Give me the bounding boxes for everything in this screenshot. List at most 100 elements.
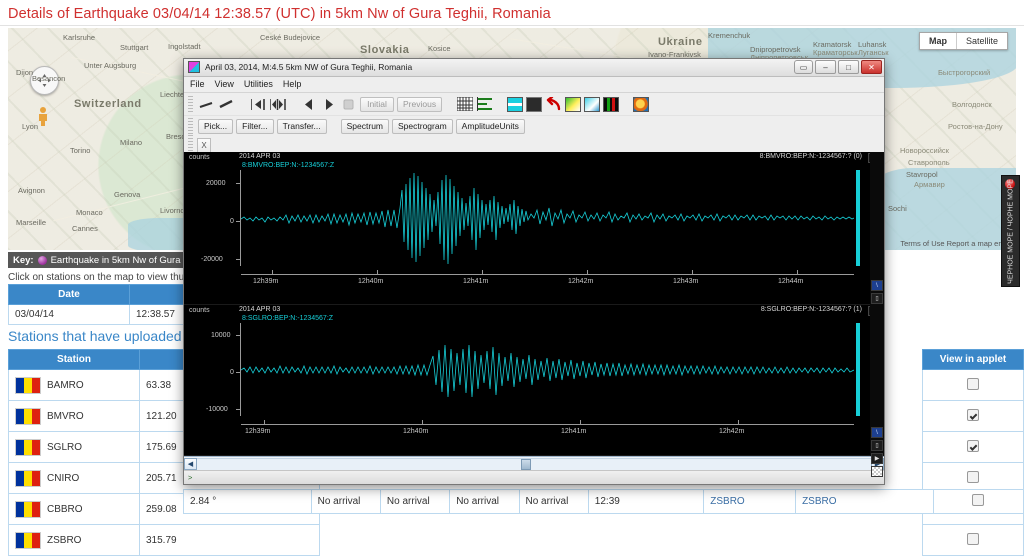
undo-icon[interactable] xyxy=(545,96,562,113)
table-row[interactable]: 2.84 ° No arrival No arrival No arrival … xyxy=(183,489,1024,514)
map-label: Армавир xyxy=(914,180,945,189)
waveform-right-rail[interactable]: \ ▯ \ ▯ ▶ xyxy=(870,152,884,478)
toolbar-grip[interactable] xyxy=(188,117,193,135)
map-label: Stuttgart xyxy=(120,43,149,52)
view-checkbox[interactable] xyxy=(972,494,985,506)
align-icon[interactable] xyxy=(476,96,493,113)
panel-header: counts 2014 APR 03 8:SGLRO:BEP:N:-123456… xyxy=(184,305,884,322)
stop-icon[interactable] xyxy=(340,96,357,113)
previous-button[interactable]: Previous xyxy=(397,96,443,112)
panel-right-label: 8:SGLRO:BEP:N:-1234567:? (1) xyxy=(760,306,862,314)
station-name: CNIRO xyxy=(47,472,80,484)
close-button[interactable]: ✕ xyxy=(861,60,882,74)
y-tick-label: 0 xyxy=(230,218,234,226)
y-tick-label: -20000 xyxy=(201,256,223,264)
tab-x[interactable]: X xyxy=(197,138,211,153)
amplitude-units-button[interactable]: AmplitudeUnits xyxy=(455,118,525,134)
zoom-out-icon[interactable] xyxy=(198,96,215,113)
bottom-view-cell[interactable] xyxy=(932,489,1024,514)
view-checkbox[interactable] xyxy=(967,470,979,483)
panel-units: counts xyxy=(189,154,210,162)
previous-icon[interactable] xyxy=(300,96,317,113)
view-cell[interactable] xyxy=(922,431,1024,463)
pick-button[interactable]: Pick... xyxy=(198,118,234,134)
bottom-arrival-cell: No arrival xyxy=(518,489,589,514)
spectrogram-button[interactable]: Spectrogram xyxy=(392,118,453,134)
trace-bmvro[interactable] xyxy=(241,170,854,266)
toolbar-grip[interactable] xyxy=(188,135,193,153)
view-cell[interactable] xyxy=(922,400,1024,432)
street-view-icon[interactable] xyxy=(36,106,50,126)
marker-icon[interactable]: \ xyxy=(871,427,883,439)
view-checkbox[interactable] xyxy=(967,532,979,545)
window-buttons[interactable]: ▭ – □ ✕ xyxy=(794,60,882,74)
bottom-link-cell[interactable]: ZSBRO xyxy=(795,489,934,514)
spectrum-button[interactable]: Spectrum xyxy=(340,118,389,134)
map-type-satellite[interactable]: Satellite xyxy=(955,33,1007,49)
bottom-link-cell[interactable]: ZSBRO xyxy=(703,489,797,514)
scroll-thumb[interactable] xyxy=(520,458,531,470)
view-checkbox[interactable] xyxy=(967,408,979,421)
toolbar-grip[interactable] xyxy=(188,95,193,113)
grid-icon[interactable] xyxy=(456,96,473,113)
window-icon[interactable]: ▯ xyxy=(871,293,883,305)
map-type-map[interactable]: Map xyxy=(919,33,956,49)
station-link[interactable]: ZSBRO xyxy=(710,496,744,507)
arrow-icon[interactable]: ▶ xyxy=(871,453,883,465)
view-cell[interactable] xyxy=(922,524,1024,556)
menu-help[interactable]: Help xyxy=(283,79,302,89)
map-label: Краматорськ xyxy=(813,48,858,57)
menu-file[interactable]: File xyxy=(190,79,205,89)
maximize-button[interactable]: □ xyxy=(838,60,859,74)
waveform-panel-sglro[interactable]: counts 2014 APR 03 8:SGLRO:BEP:N:-123456… xyxy=(184,305,884,457)
scroll-left-arrow-icon[interactable]: ◀ xyxy=(184,457,197,470)
expand-icon[interactable] xyxy=(269,96,286,113)
romania-flag-icon xyxy=(15,531,41,549)
station-name: SGLRO xyxy=(47,441,83,453)
map-window-icon[interactable] xyxy=(507,96,524,112)
station-link[interactable]: ZSBRO xyxy=(802,496,836,507)
event-date-cell: 03/04/14 xyxy=(8,304,130,325)
applet-title-bar[interactable]: April 03, 2014, M:4.5 5km NW of Gura Teg… xyxy=(184,59,884,77)
waveform-area[interactable]: counts 2014 APR 03 8:BMVRO:BEP:N:-123456… xyxy=(184,152,884,478)
applet-toolbar[interactable]: Initial Previous xyxy=(184,92,884,117)
globe-icon[interactable] xyxy=(633,96,650,112)
view-checkbox[interactable] xyxy=(967,439,979,452)
next-icon[interactable] xyxy=(320,96,337,113)
station-name: ZSBRO xyxy=(47,534,82,546)
blue-plot-icon[interactable] xyxy=(584,96,601,112)
applet-menubar[interactable]: File View Utilities Help xyxy=(184,76,884,93)
view-checkbox[interactable] xyxy=(967,377,979,390)
first-icon[interactable] xyxy=(249,96,266,113)
waveform-panel-bmvro[interactable]: counts 2014 APR 03 8:BMVRO:BEP:N:-123456… xyxy=(184,152,884,306)
trace-sglro[interactable] xyxy=(241,323,854,416)
stack-icon[interactable] xyxy=(871,466,883,478)
scroll-track[interactable] xyxy=(197,457,871,470)
x-tick-label: 12h41m xyxy=(463,278,489,286)
bottom-arrival-cell: No arrival xyxy=(310,489,381,514)
menu-view[interactable]: View xyxy=(215,79,234,89)
amplitude-scale-bar xyxy=(856,323,860,417)
view-cell[interactable] xyxy=(922,369,1024,401)
pin-button[interactable]: ▭ xyxy=(794,60,813,74)
fill-icon[interactable] xyxy=(526,96,543,112)
station-cell: BAMRO xyxy=(8,369,140,401)
transfer-button[interactable]: Transfer... xyxy=(276,118,327,134)
applet-window[interactable]: April 03, 2014, M:4.5 5km NW of Gura Teg… xyxy=(183,58,885,485)
phase-icon[interactable] xyxy=(603,96,620,112)
initial-button[interactable]: Initial xyxy=(360,96,394,112)
window-icon[interactable]: ▯ xyxy=(871,440,883,452)
applet-tab-row[interactable]: X xyxy=(184,135,884,153)
panel-channel: 8:BMVRO:BEP:N:-1234567:Z xyxy=(242,162,335,170)
filter-button[interactable]: Filter... xyxy=(236,118,274,134)
table-row[interactable]: ZSBRO 315.79 xyxy=(8,524,320,556)
station-name: BAMRO xyxy=(47,379,84,391)
zoom-in-icon[interactable] xyxy=(218,96,235,113)
waveform-hscrollbar[interactable]: ◀ ▶ xyxy=(184,456,884,471)
menu-utilities[interactable]: Utilities xyxy=(244,79,273,89)
map-type-switcher[interactable]: Map Satellite xyxy=(918,32,1008,50)
green-plot-icon[interactable] xyxy=(565,96,582,112)
applet-toolbar-secondary[interactable]: Pick... Filter... Transfer... Spectrum S… xyxy=(184,116,884,137)
marker-icon[interactable]: \ xyxy=(871,280,883,292)
minimize-button[interactable]: – xyxy=(815,60,836,74)
